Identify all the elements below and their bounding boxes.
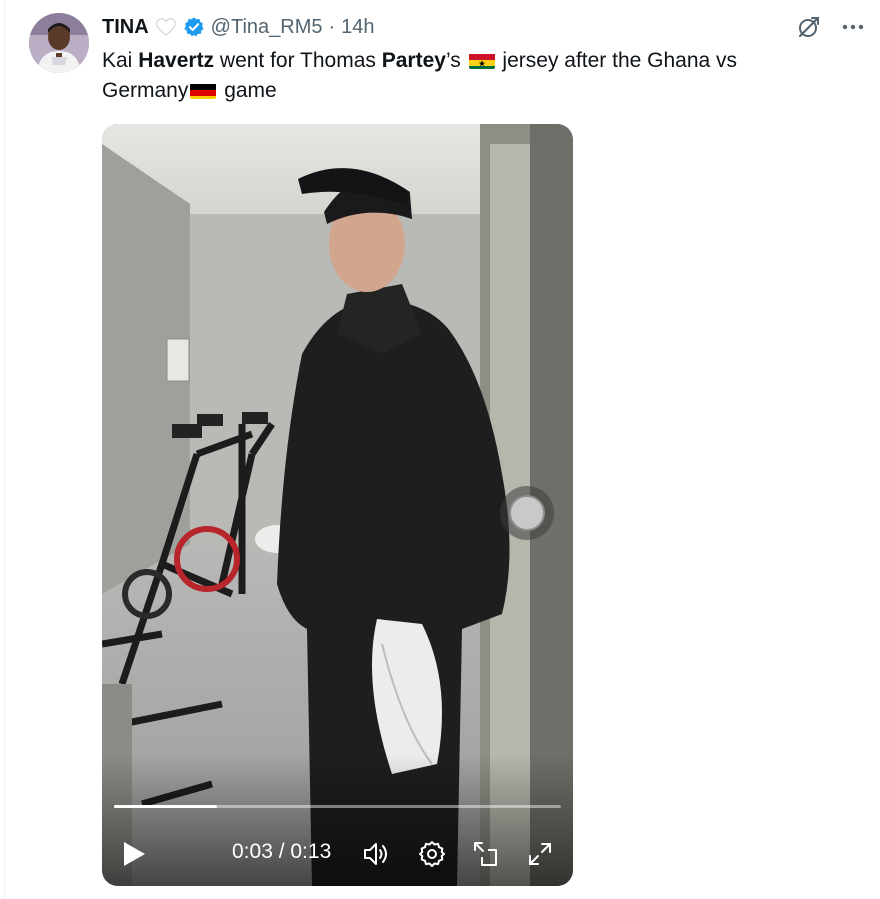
tweet-text: Kai Havertz went for Thomas Partey’s jer…	[102, 46, 842, 106]
video-drag-handle[interactable]	[500, 486, 554, 540]
text-part: jersey after the Ghana vs	[496, 49, 738, 72]
text-bold-partey: Partey	[381, 49, 446, 72]
text-part: Kai	[102, 49, 139, 72]
verified-badge-icon[interactable]	[183, 16, 205, 38]
timeline-divider	[4, 0, 5, 899]
ghana-flag-icon	[468, 51, 495, 69]
video-controls: 0:03 / 0:13	[102, 824, 573, 884]
avatar[interactable]	[29, 13, 89, 73]
video-progress-bar[interactable]	[114, 805, 561, 808]
author-name[interactable]: TINA	[102, 16, 149, 39]
video-timecode: 0:03 / 0:13	[232, 840, 332, 863]
video-player[interactable]: 0:03 / 0:13	[102, 124, 573, 886]
picture-in-picture-icon[interactable]	[472, 840, 500, 868]
tweet-actions-top	[796, 14, 866, 40]
more-icon[interactable]	[840, 14, 866, 40]
settings-icon[interactable]	[418, 840, 446, 868]
author-handle[interactable]: @Tina_RM5	[211, 16, 323, 39]
tweet-timestamp[interactable]: 14h	[341, 16, 374, 39]
text-part: ’s	[445, 49, 467, 72]
tweet-header: TINA @Tina_RM5 · 14h	[102, 13, 375, 41]
grok-icon[interactable]	[796, 14, 822, 40]
heart-icon	[155, 18, 176, 37]
video-progress-fill	[114, 805, 217, 808]
germany-flag-icon	[190, 81, 217, 99]
text-part: Germany	[102, 79, 189, 102]
header-separator: ·	[328, 15, 336, 38]
text-part: went for Thomas	[214, 49, 382, 72]
text-part: game	[218, 79, 277, 102]
text-bold-havertz: Havertz	[138, 49, 215, 72]
play-icon[interactable]	[120, 840, 148, 868]
volume-icon[interactable]	[362, 840, 390, 868]
fullscreen-icon[interactable]	[526, 840, 554, 868]
